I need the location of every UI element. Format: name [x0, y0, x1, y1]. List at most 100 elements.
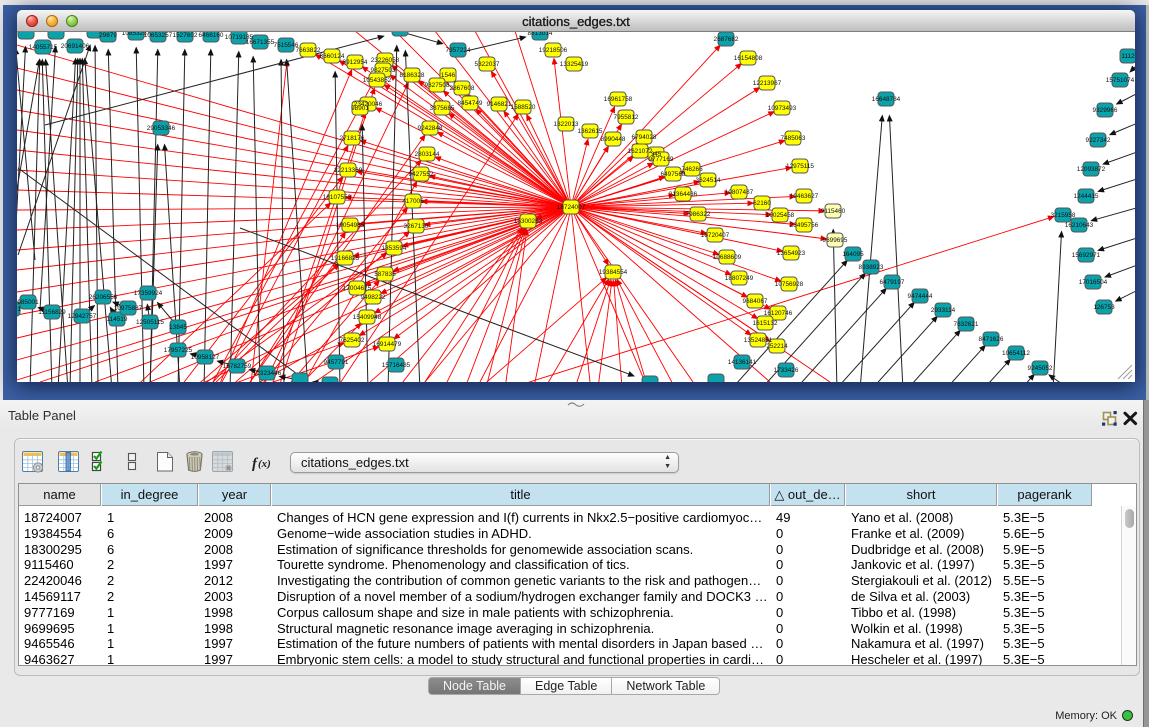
svg-text:18724007: 18724007: [557, 204, 586, 211]
svg-text:17004675: 17004675: [343, 285, 372, 292]
svg-text:126753: 126753: [1093, 304, 1115, 311]
svg-text:26206556: 26206556: [89, 294, 118, 301]
svg-text:19054985: 19054985: [336, 222, 365, 229]
svg-text:9242848: 9242848: [418, 125, 443, 132]
svg-text:12942757: 12942757: [68, 313, 97, 320]
svg-text:98901: 98901: [351, 105, 369, 112]
svg-text:8471626: 8471626: [979, 336, 1004, 343]
svg-text:9827503: 9827503: [371, 67, 396, 74]
svg-text:17957225: 17957225: [164, 347, 193, 354]
svg-text:3875685: 3875685: [430, 105, 455, 112]
svg-text:1733426: 1733426: [774, 367, 799, 374]
svg-text:14136141: 14136141: [728, 359, 757, 366]
svg-text:7632621: 7632621: [954, 321, 979, 328]
svg-text:15751074: 15751074: [1106, 77, 1135, 84]
svg-text:6466160: 6466160: [199, 32, 224, 39]
svg-text:12213369: 12213369: [334, 167, 363, 174]
svg-text:1362615: 1362615: [578, 128, 603, 135]
svg-text:2803144: 2803144: [415, 151, 440, 158]
svg-text:16210643: 16210643: [1065, 222, 1094, 229]
svg-text:2933114: 2933114: [931, 307, 956, 314]
svg-text:10653257: 10653257: [144, 32, 173, 39]
svg-text:13325419: 13325419: [560, 61, 589, 68]
svg-text:19218506: 19218506: [539, 47, 568, 54]
svg-text:417006: 417006: [402, 198, 424, 205]
svg-text:9227342: 9227342: [1086, 137, 1111, 144]
svg-text:12213967: 12213967: [753, 80, 782, 87]
svg-text:7625402: 7625402: [340, 337, 365, 344]
svg-text:12323446: 12323446: [253, 370, 282, 377]
svg-text:29053346: 29053346: [147, 125, 176, 132]
svg-text:13845: 13845: [169, 324, 187, 331]
svg-text:6794028: 6794028: [632, 134, 657, 141]
svg-text:12975115: 12975115: [786, 163, 814, 170]
svg-text:587835: 587835: [374, 271, 396, 278]
svg-text:7357224: 7357224: [446, 47, 471, 54]
svg-text:1244415: 1244415: [1074, 193, 1099, 200]
svg-text:12093872: 12093872: [1077, 166, 1106, 173]
svg-text:16120746: 16120746: [764, 310, 793, 317]
svg-text:9427552: 9427552: [409, 171, 434, 178]
svg-text:17016504: 17016504: [1079, 279, 1108, 286]
svg-text:9115460: 9115460: [821, 208, 846, 215]
svg-text:10025458: 10025458: [766, 212, 795, 219]
svg-text:1588520: 1588520: [511, 104, 536, 111]
svg-text:16961758: 16961758: [604, 96, 633, 103]
svg-text:6479197: 6479197: [880, 279, 905, 286]
svg-text:16782759: 16782759: [223, 363, 252, 370]
svg-text:1621072: 1621072: [628, 148, 653, 155]
svg-text:9474444: 9474444: [908, 293, 933, 300]
svg-text:(x): (x): [258, 458, 271, 470]
svg-text:10688609: 10688609: [713, 254, 742, 261]
svg-text:19384554: 19384554: [599, 269, 628, 276]
svg-text:7955812: 7955812: [614, 114, 639, 121]
svg-text:29879: 29879: [99, 32, 117, 39]
svg-text:3624514: 3624514: [696, 177, 721, 184]
svg-text:11156829: 11156829: [38, 309, 66, 316]
svg-text:7986322: 7986322: [686, 211, 711, 218]
svg-text:1615132: 1615132: [753, 320, 778, 327]
svg-text:16914479: 16914479: [373, 341, 402, 348]
svg-text:1546: 1546: [441, 72, 456, 79]
svg-text:3912954: 3912954: [343, 59, 368, 66]
svg-text:3267130: 3267130: [404, 223, 429, 230]
svg-text:20691406: 20691406: [61, 43, 90, 50]
svg-text:13654923: 13654923: [777, 250, 806, 257]
svg-text:9699695: 9699695: [823, 237, 848, 244]
svg-text:9146821: 9146821: [487, 101, 512, 108]
svg-text:8454749: 8454749: [458, 100, 483, 107]
svg-text:18807249: 18807249: [725, 275, 754, 282]
svg-text:9777169: 9777169: [649, 156, 674, 163]
svg-text:15692971: 15692971: [1072, 252, 1101, 259]
svg-text:2867608: 2867608: [450, 85, 475, 92]
svg-text:7485063: 7485063: [781, 135, 806, 142]
svg-text:10756928: 10756928: [775, 281, 804, 288]
svg-text:19463627: 19463627: [790, 193, 819, 200]
svg-text:14055715: 14055715: [29, 44, 58, 51]
svg-text:10973493: 10973493: [768, 105, 797, 112]
svg-text:8660124: 8660124: [320, 53, 345, 60]
svg-text:23495756: 23495756: [790, 222, 819, 229]
svg-text:5322037: 5322037: [475, 61, 500, 68]
svg-text:9498222: 9498222: [361, 294, 386, 301]
svg-text:8186328: 8186328: [400, 72, 425, 79]
svg-text:19166825: 19166825: [331, 255, 360, 262]
svg-text:16107553: 16107553: [323, 194, 352, 201]
svg-text:9684067: 9684067: [743, 298, 768, 305]
svg-text:1527602: 1527602: [173, 32, 198, 39]
svg-text:10958127: 10958127: [191, 354, 220, 361]
svg-text:252214: 252214: [766, 343, 788, 350]
svg-text:114519: 114519: [107, 316, 128, 323]
svg-text:9329966: 9329966: [1093, 107, 1118, 114]
svg-text:15716485: 15716485: [382, 362, 411, 369]
svg-text:15409948: 15409948: [353, 314, 382, 321]
svg-text:23226058: 23226058: [371, 57, 400, 64]
svg-text:2687682: 2687682: [714, 36, 739, 43]
svg-text:16033809: 16033809: [386, 32, 415, 33]
svg-text:9327508: 9327508: [425, 82, 450, 89]
svg-text:16648784: 16648784: [872, 96, 901, 103]
svg-text:985001: 985001: [17, 299, 39, 306]
svg-text:1353594: 1353594: [382, 245, 407, 252]
svg-text:3215958: 3215958: [1051, 212, 1076, 219]
svg-text:7663822: 7663822: [296, 47, 321, 54]
